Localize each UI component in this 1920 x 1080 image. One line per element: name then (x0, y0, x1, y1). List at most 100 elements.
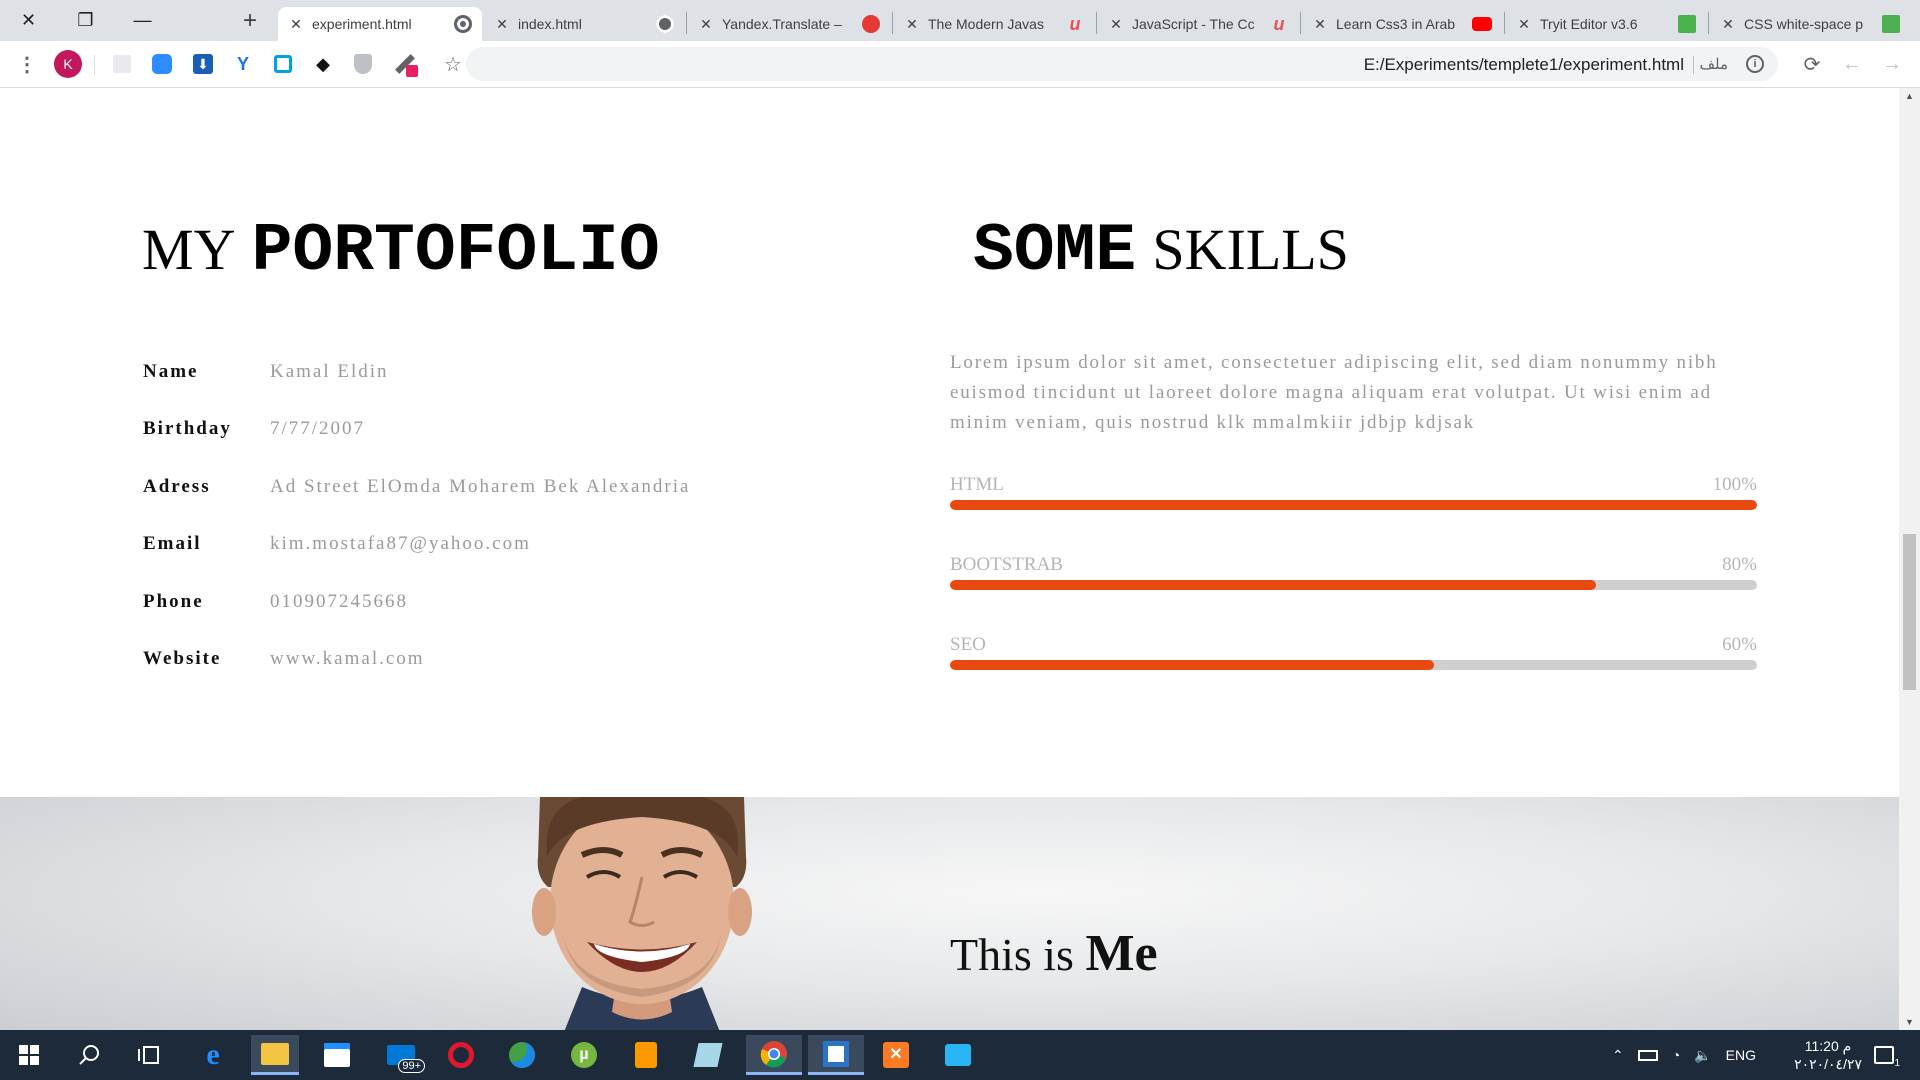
skills-description: Lorem ipsum dolor sit amet, consectetuer… (950, 352, 1718, 433)
download-icon[interactable]: ⬇ (190, 51, 216, 77)
volume-icon[interactable]: 🔈 (1694, 1047, 1711, 1064)
info-value: kim.mostafa87@yahoo.com (270, 533, 531, 554)
w3schools-icon (1678, 15, 1696, 33)
clock[interactable]: 11:20 م ٢٠٢٠/٠٤/٢٧ (1794, 1037, 1862, 1073)
tab-modern-js[interactable]: ✕ The Modern Javas u (894, 7, 1094, 41)
tab-tryit[interactable]: ✕ Tryit Editor v3.6 (1506, 7, 1706, 41)
edge-taskbar-button[interactable]: e (189, 1035, 237, 1075)
close-icon[interactable]: ✕ (288, 16, 304, 33)
star-icon[interactable]: ☆ (440, 51, 466, 77)
back-icon[interactable]: ← (1839, 51, 1865, 77)
windows-icon (19, 1045, 39, 1065)
shield-icon[interactable] (350, 51, 376, 77)
scroll-down-arrow-icon[interactable]: ▼ (1899, 1014, 1920, 1030)
skill-progress-bar (950, 500, 1757, 510)
info-value: www.kamal.com (270, 648, 425, 669)
reload-icon[interactable]: ⟳ (1799, 51, 1825, 77)
info-row-email: Email kim.mostafa87@yahoo.com (143, 533, 531, 555)
notes-icon (693, 1043, 723, 1067)
close-icon[interactable]: ✕ (1108, 16, 1124, 33)
close-icon[interactable]: ✕ (698, 16, 714, 33)
copy-icon[interactable] (270, 51, 296, 77)
menu-icon[interactable]: ⋮ (14, 51, 40, 77)
xampp-taskbar-button[interactable]: ✕ (872, 1035, 920, 1075)
plus-icon: + (242, 7, 257, 34)
opera-taskbar-button[interactable] (437, 1035, 485, 1075)
tab-yandex[interactable]: ✕ Yandex.Translate – (688, 7, 890, 41)
skill-progress-fill (950, 500, 1757, 510)
close-icon[interactable]: ✕ (1720, 16, 1736, 33)
page-viewport: MY PORTOFOLIO Name Kamal Eldin Birthday 7/… (0, 88, 1899, 1030)
notification-icon (1874, 1046, 1894, 1064)
skill-bootstrap: BOOTSTRAB 80% (950, 554, 1757, 590)
start-button[interactable] (5, 1035, 53, 1075)
skill-progress-bar (950, 580, 1757, 590)
info-value: Ad Street ElOmda Moharem Bek Alexandria (270, 476, 691, 497)
tab-css-white-space[interactable]: ✕ CSS white-space p (1710, 7, 1910, 41)
close-icon[interactable]: ✕ (1312, 16, 1328, 33)
tab-javascript[interactable]: ✕ JavaScript - The Cc u (1098, 7, 1298, 41)
notes-taskbar-button[interactable] (684, 1035, 732, 1075)
chrome-taskbar-button[interactable] (746, 1035, 802, 1075)
brackets-taskbar-button[interactable] (808, 1035, 864, 1075)
wifi-icon[interactable]: ◔ (1672, 1047, 1680, 1063)
utorrent-taskbar-button[interactable]: µ (560, 1035, 608, 1075)
forward-icon[interactable]: → (1879, 51, 1905, 77)
file-explorer-taskbar-button[interactable] (251, 1035, 299, 1075)
opera-icon (448, 1042, 474, 1068)
battery-icon[interactable] (1637, 1049, 1658, 1061)
restore-window-button[interactable]: ❐ (57, 0, 114, 41)
close-icon[interactable]: ✕ (494, 16, 510, 33)
minimize-window-button[interactable]: — (114, 0, 171, 41)
search-button[interactable] (65, 1035, 113, 1075)
tab-separator (1300, 12, 1301, 34)
fish-icon[interactable]: ◆ (310, 51, 336, 77)
avatar[interactable]: K (54, 50, 82, 78)
tab-strip: ✕ ❐ — + ✕ experiment.html ✕ index.html ✕… (0, 0, 1920, 41)
zoom-icon[interactable] (149, 51, 175, 77)
mail-taskbar-button[interactable]: 99+ (377, 1035, 425, 1075)
close-window-button[interactable]: ✕ (0, 0, 57, 41)
tab-title: CSS white-space p (1744, 16, 1864, 32)
tab-learn-css3[interactable]: ✕ Learn Css3 in Arab (1302, 7, 1502, 41)
chrome-icon (760, 1040, 787, 1067)
skill-name: BOOTSTRAB (950, 554, 1063, 575)
chevron-up-icon[interactable]: ⌃ (1612, 1047, 1624, 1064)
info-label: Birthday (143, 418, 232, 439)
info-icon[interactable]: i (1746, 55, 1764, 73)
store-taskbar-button[interactable] (313, 1035, 361, 1075)
scroll-up-arrow-icon[interactable]: ▲ (1899, 88, 1920, 104)
skill-html: HTML 100% (950, 474, 1757, 510)
eyedropper-icon[interactable] (392, 51, 418, 77)
close-icon: ✕ (20, 10, 37, 30)
close-icon[interactable]: ✕ (904, 16, 920, 33)
idm-taskbar-button[interactable] (498, 1035, 546, 1075)
about-me-section (0, 797, 1899, 1030)
globe-download-icon (509, 1042, 535, 1068)
url-text[interactable]: E:/Experiments/templete1/experiment.html (1364, 55, 1684, 75)
skill-name: HTML (950, 474, 1004, 495)
tab-experiment[interactable]: ✕ experiment.html (278, 7, 482, 41)
page-scrollbar[interactable]: ▲ ▼ (1899, 88, 1920, 1030)
task-view-button[interactable] (125, 1035, 173, 1075)
close-icon[interactable]: ✕ (1516, 16, 1532, 33)
udemy-icon: u (1069, 14, 1081, 34)
folder-icon (261, 1042, 289, 1065)
restore-icon: ❐ (77, 10, 94, 30)
tab-separator (1504, 12, 1505, 34)
yandex-icon[interactable]: Y (230, 51, 256, 77)
action-center-button[interactable]: 1 (1862, 1035, 1906, 1075)
mail-badge: 99+ (398, 1059, 425, 1073)
portfolio-heading-bold: PORTOFOLIO (251, 213, 660, 290)
tab-title: Tryit Editor v3.6 (1540, 16, 1638, 32)
address-bar[interactable]: E:/Experiments/templete1/experiment.html… (466, 47, 1778, 81)
sublime-taskbar-button[interactable] (622, 1035, 670, 1075)
language-indicator[interactable]: ENG (1726, 1047, 1756, 1063)
snip-taskbar-button[interactable] (934, 1035, 982, 1075)
tab-title: The Modern Javas (928, 16, 1044, 32)
extension-blank-icon[interactable] (109, 51, 135, 77)
scrollbar-thumb[interactable] (1903, 534, 1916, 690)
tab-index[interactable]: ✕ index.html (484, 7, 684, 41)
new-tab-button[interactable]: + (235, 7, 265, 34)
tab-separator (892, 12, 893, 34)
